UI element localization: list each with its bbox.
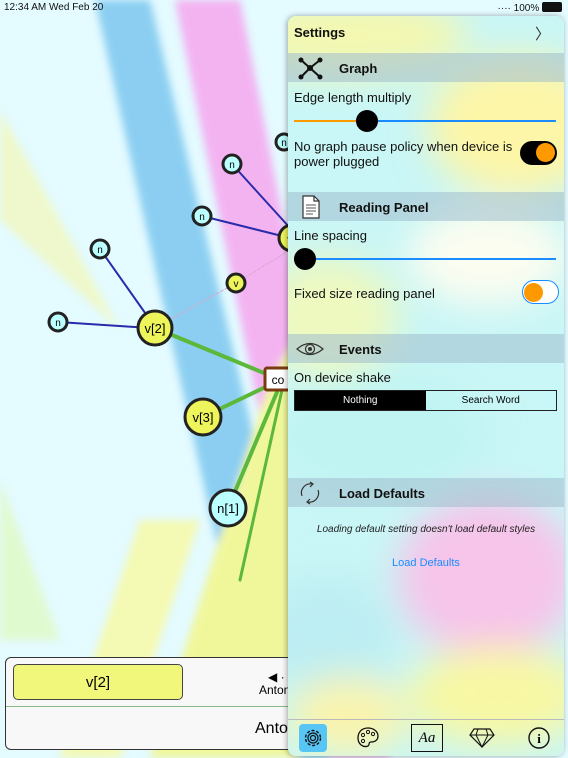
status-bar: 12:34 AM Wed Feb 20 ···· 100% [0,0,568,16]
load-defaults-button[interactable]: Load Defaults [288,557,564,569]
slider-thumb[interactable] [294,248,316,270]
no-pause-label: No graph pause policy when device is pow… [294,139,513,169]
node-label: n[1] [217,501,239,516]
gear-icon[interactable] [299,724,327,752]
navigation-arrows[interactable]: ◀ · [268,670,285,684]
line-spacing-label: Line spacing [294,228,367,243]
diamond-icon [469,728,495,748]
section-header-events: Events [288,334,564,363]
toggle-knob [524,283,543,302]
shake-segmented-control[interactable]: Nothing Search Word [294,390,557,411]
node-label: n [229,160,235,171]
info-icon[interactable]: i [525,724,553,752]
section-header-graph: Graph [288,53,564,82]
graph-node[interactable]: n [191,205,213,227]
settings-tab-bar: Aa i [288,719,564,756]
segment-nothing[interactable]: Nothing [295,391,426,410]
node-label: n [199,212,205,223]
section-title: Graph [339,61,378,76]
svg-text:i: i [537,731,541,746]
document-icon [302,195,320,219]
shake-label: On device shake [294,370,391,385]
gear-icon [304,729,322,747]
node-label: v [234,279,239,290]
graph-node[interactable]: n [47,311,69,333]
graph-node[interactable]: n [89,238,111,260]
palette-icon[interactable] [354,724,382,752]
graph-node[interactable]: v[3] [183,397,223,437]
font-icon-glyph: Aa [418,729,436,746]
reading-word-small: Anton [259,683,291,697]
settings-header: Settings 〉 [288,16,564,50]
reading-panel: v[2] ◀ · Anton Anton [5,657,303,750]
font-icon[interactable]: Aa [411,724,443,752]
section-header-load-defaults: Load Defaults [288,478,564,507]
graph-node[interactable]: v [225,272,247,294]
section-header-reading-panel: Reading Panel [288,192,564,221]
divider [6,706,302,707]
palette-icon [357,727,379,748]
line-spacing-slider[interactable] [294,248,556,270]
chevron-right-icon[interactable]: 〉 [535,23,550,44]
settings-panel: Settings 〉 Graph Edge length multiply No… [288,16,564,756]
fixed-size-toggle[interactable] [522,280,559,304]
eye-icon [296,342,324,356]
diamond-icon[interactable] [468,724,496,752]
graph-node[interactable]: n [221,153,243,175]
graph-icon [298,57,323,80]
toggle-knob [536,143,555,162]
status-battery: ···· 100% [498,2,562,14]
graph-node[interactable]: v[2] [136,309,174,347]
graph-node[interactable]: n[1] [208,488,248,528]
node-label: co [272,373,285,387]
defaults-note: Loading default setting doesn't load def… [316,524,536,535]
status-time: 12:34 AM Wed Feb 20 [4,2,104,13]
refresh-icon [300,481,320,505]
settings-background [288,16,564,756]
info-icon: i [528,727,550,749]
fixed-size-label: Fixed size reading panel [294,286,435,301]
battery-icon [542,2,562,12]
edge-length-label: Edge length multiply [294,90,412,105]
edge-length-slider[interactable] [294,110,556,132]
node-label: n [55,318,61,329]
node-label: n [281,138,287,149]
settings-title: Settings [294,25,346,40]
section-title: Load Defaults [339,486,425,501]
section-title: Events [339,342,382,357]
node-label: v[3] [193,410,214,425]
no-pause-toggle[interactable] [520,141,557,165]
selected-node-button[interactable]: v[2] [13,664,183,700]
section-title: Reading Panel [339,200,429,215]
segment-search-word[interactable]: Search Word [426,391,557,410]
node-label: n [97,245,103,256]
node-label: v[2] [145,321,166,336]
